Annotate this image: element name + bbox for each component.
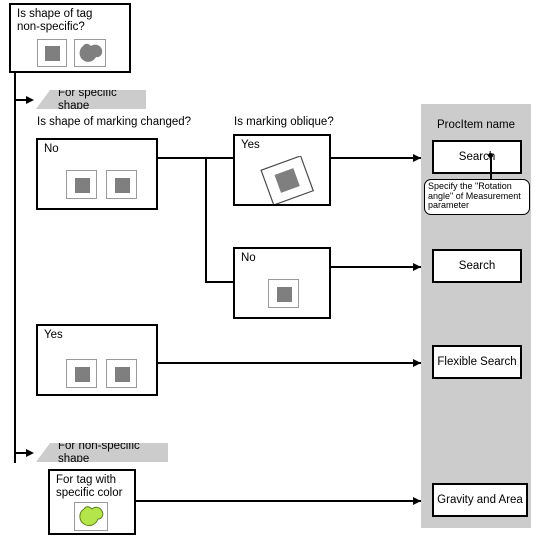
root-question-box: Is shape of tag non-specific?	[9, 3, 131, 73]
sample-square-glyph	[45, 46, 60, 61]
procitem-panel-title: ProcItem name	[437, 119, 515, 131]
blob-glyph	[79, 43, 103, 62]
procitem-box-gravity-and-area-label: Gravity and Area	[437, 494, 523, 506]
line-oblique-no-to-search	[331, 266, 421, 268]
box-oblique-yes: Yes	[233, 134, 331, 206]
sample-square-glyph	[75, 178, 90, 193]
blob-sample-icon	[74, 39, 106, 67]
branch-banner-specific: For specific shape	[36, 90, 146, 109]
box-marking-changed-no-label: No	[44, 143, 59, 155]
arrow-yes-to-flexible-search-icon	[413, 358, 421, 367]
arrow-oblique-yes-to-search-icon	[413, 153, 421, 162]
line-oblique-yes-to-search	[331, 157, 421, 159]
line-no-to-junction	[158, 157, 233, 159]
diagram-canvas: Is shape of tag non-specific? For specif…	[0, 0, 540, 540]
branch-banner-nonspecific: For non-specific shape	[36, 443, 168, 462]
procitem-box-search-1[interactable]: Search	[432, 140, 522, 174]
procitem-box-gravity-and-area[interactable]: Gravity and Area	[432, 483, 528, 517]
square-sample-icon	[37, 39, 67, 67]
callout-stem-line	[489, 156, 492, 180]
box-marking-changed-yes: Yes	[36, 324, 158, 396]
branch-banner-nonspecific-label: For non-specific shape	[58, 439, 140, 465]
procitem-box-flexible-search[interactable]: Flexible Search	[432, 345, 522, 379]
procitem-box-flexible-search-label: Flexible Search	[437, 356, 517, 368]
arrow-color-tag-to-gravity-icon	[413, 496, 421, 505]
box-oblique-yes-label: Yes	[241, 139, 260, 151]
sample-square-glyph	[75, 367, 90, 382]
caption-marking-oblique: Is marking oblique?	[234, 116, 334, 128]
procitem-box-search-2[interactable]: Search	[432, 249, 522, 283]
procitem-box-search-2-label: Search	[458, 260, 496, 272]
line-junction-to-oblique-no	[205, 281, 233, 283]
banner-nonspecific-arrow-icon	[26, 448, 34, 457]
green-blob-glyph	[79, 506, 104, 527]
root-question-label: Is shape of tag non-specific?	[17, 8, 93, 33]
line-yes-to-flexible-search	[158, 362, 421, 364]
sample-square-glyph	[115, 367, 130, 382]
box-marking-changed-no: No	[36, 138, 158, 210]
green-blob-sample-icon	[74, 502, 108, 531]
callout-rotation-angle: Specify the "Rotation angle" of Measurem…	[424, 179, 530, 215]
sample-square-glyph	[115, 178, 130, 193]
root-spine-line	[14, 73, 16, 463]
square-sample-icon	[106, 170, 137, 199]
banner-specific-arrow-icon	[26, 95, 34, 104]
square-sample-icon	[66, 170, 97, 199]
square-sample-icon	[106, 359, 137, 388]
line-junction-down	[205, 157, 207, 282]
square-sample-icon	[268, 279, 299, 308]
square-sample-icon	[66, 359, 97, 388]
rotated-square-sample-icon	[260, 156, 315, 204]
box-specific-color-tag: For tag with specific color	[48, 469, 136, 535]
box-marking-changed-yes-label: Yes	[44, 329, 63, 341]
branch-banner-specific-label: For specific shape	[58, 86, 117, 112]
box-specific-color-tag-label: For tag with specific color	[56, 474, 123, 499]
arrow-oblique-no-to-search-icon	[413, 262, 421, 271]
caption-marking-changed: Is shape of marking changed?	[37, 116, 192, 128]
sample-square-glyph	[277, 287, 292, 302]
box-oblique-no: No	[233, 247, 331, 319]
line-color-tag-to-gravity	[136, 500, 421, 502]
box-oblique-no-label: No	[241, 252, 256, 264]
